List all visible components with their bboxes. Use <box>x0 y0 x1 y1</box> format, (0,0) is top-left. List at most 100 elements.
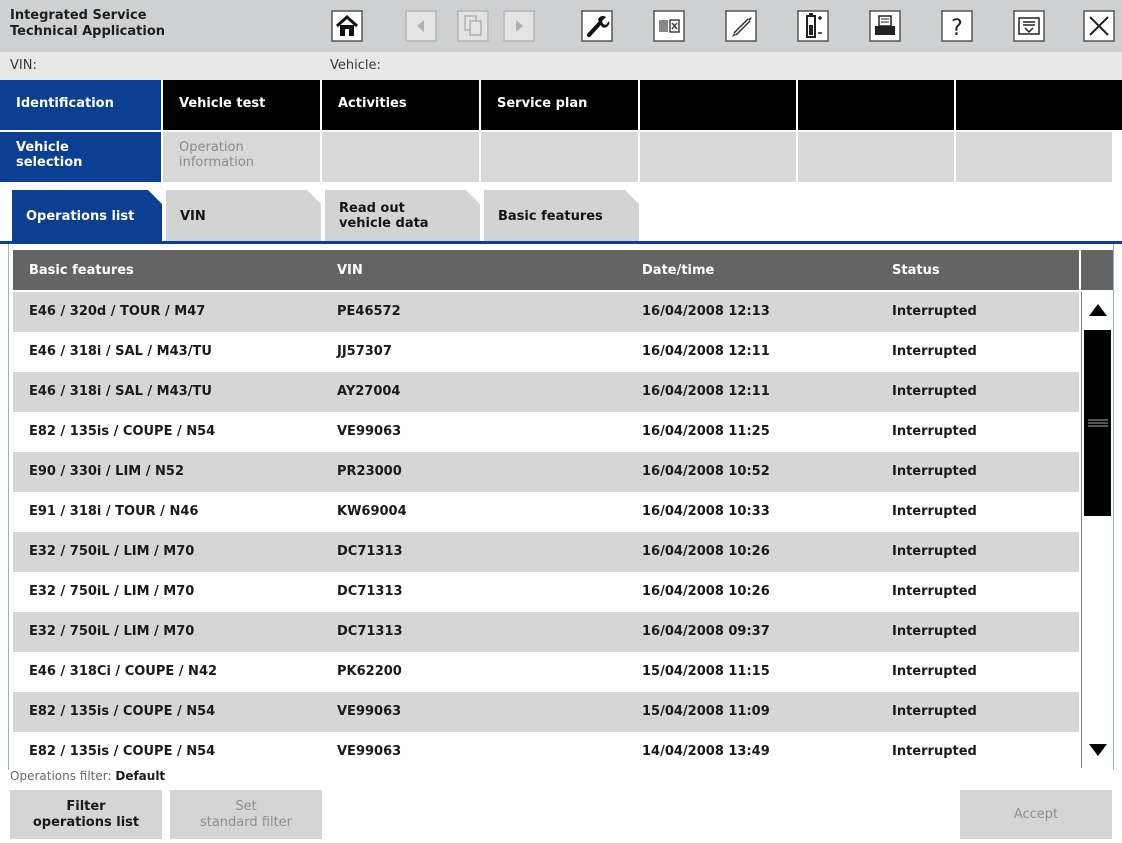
cell-date-time: 15/04/2008 11:15 <box>642 664 770 679</box>
cell-date-time: 14/04/2008 13:49 <box>642 744 770 759</box>
tab-vehicle-test[interactable]: Vehicle test <box>163 80 320 130</box>
subtab-empty-1 <box>322 132 479 182</box>
set-standard-filter-button[interactable]: Set standard filter <box>170 790 322 839</box>
cell-basic-features: E32 / 750iL / LIM / M70 <box>29 624 195 639</box>
filter-label: Operations filter: <box>10 769 112 783</box>
cell-vin: VE99063 <box>337 424 402 439</box>
tab-basic-features[interactable]: Basic features <box>484 190 639 242</box>
split-view-icon <box>653 9 685 42</box>
column-header-status[interactable]: Status <box>892 263 940 278</box>
cell-vin: PK62200 <box>337 664 402 679</box>
measurement-button[interactable] <box>722 7 760 44</box>
column-header-basic-features[interactable]: Basic features <box>29 263 134 278</box>
scroll-down-button[interactable] <box>1082 732 1113 768</box>
home-button[interactable] <box>328 7 366 44</box>
table-row[interactable]: E46 / 318i / SAL / M43/TU JJ57307 16/04/… <box>13 332 1079 372</box>
cell-basic-features: E46 / 318Ci / COUPE / N42 <box>29 664 218 679</box>
cell-basic-features: E90 / 330i / LIM / N52 <box>29 464 184 479</box>
table-row[interactable]: E32 / 750iL / LIM / M70 DC71313 16/04/20… <box>13 612 1079 652</box>
cell-date-time: 16/04/2008 12:11 <box>642 344 770 359</box>
printer-icon <box>869 9 901 42</box>
documents-icon <box>457 9 489 42</box>
column-header-vin[interactable]: VIN <box>337 263 363 278</box>
cell-date-time: 15/04/2008 11:09 <box>642 704 770 719</box>
column-header-date-time[interactable]: Date/time <box>642 263 714 278</box>
documents-button[interactable] <box>454 7 492 44</box>
vin-label: VIN: <box>10 58 37 73</box>
back-button[interactable] <box>402 7 440 44</box>
battery-button[interactable] <box>794 7 832 44</box>
tab-empty-1 <box>640 80 796 130</box>
scroll-up-button[interactable] <box>1082 292 1113 328</box>
grip-icon <box>1087 419 1108 427</box>
cell-basic-features: E82 / 135is / COUPE / N54 <box>29 424 216 439</box>
subtab-operation-information[interactable]: Operation information <box>163 132 320 182</box>
cell-basic-features: E82 / 135is / COUPE / N54 <box>29 704 216 719</box>
vehicle-info-bar: VIN: Vehicle: <box>0 52 1122 80</box>
table-row[interactable]: E32 / 750iL / LIM / M70 DC71313 16/04/20… <box>13 532 1079 572</box>
cell-basic-features: E82 / 135is / COUPE / N54 <box>29 744 216 759</box>
cell-status: Interrupted <box>892 504 977 519</box>
accept-button[interactable]: Accept <box>960 790 1112 839</box>
tab-activities[interactable]: Activities <box>322 80 479 130</box>
cell-status: Interrupted <box>892 424 977 439</box>
tab-empty-3 <box>956 80 1122 130</box>
cell-status: Interrupted <box>892 304 977 319</box>
forward-button[interactable] <box>500 7 538 44</box>
help-button[interactable]: ? <box>938 7 976 44</box>
tab-service-plan[interactable]: Service plan <box>481 80 638 130</box>
cell-vin: KW69004 <box>337 504 407 519</box>
cell-date-time: 16/04/2008 10:26 <box>642 584 770 599</box>
minimize-icon <box>1013 9 1045 42</box>
table-row[interactable]: E91 / 318i / TOUR / N46 KW69004 16/04/20… <box>13 492 1079 532</box>
table-row[interactable]: E82 / 135is / COUPE / N54 VE99063 15/04/… <box>13 692 1079 732</box>
table-row[interactable]: E46 / 318i / SAL / M43/TU AY27004 16/04/… <box>13 372 1079 412</box>
table-row[interactable]: E82 / 135is / COUPE / N54 VE99063 16/04/… <box>13 412 1079 452</box>
table-row[interactable]: E46 / 318Ci / COUPE / N42 PK62200 15/04/… <box>13 652 1079 692</box>
question-icon: ? <box>941 9 973 42</box>
tab-read-out-vehicle-data[interactable]: Read out vehicle data <box>325 190 480 242</box>
table-scrollbar[interactable] <box>1081 292 1113 768</box>
close-button[interactable] <box>1080 7 1118 44</box>
cell-vin: JJ57307 <box>337 344 392 359</box>
wrench-icon <box>581 9 613 42</box>
cell-vin: PE46572 <box>337 304 401 319</box>
subtab-empty-2 <box>481 132 638 182</box>
cell-basic-features: E32 / 750iL / LIM / M70 <box>29 584 195 599</box>
print-button[interactable] <box>866 7 904 44</box>
cell-vin: DC71313 <box>337 544 403 559</box>
subtab-vehicle-selection[interactable]: Vehicle selection <box>0 132 161 182</box>
cell-vin: AY27004 <box>337 384 401 399</box>
subtab-empty-3 <box>640 132 796 182</box>
workshop-button[interactable] <box>578 7 616 44</box>
cell-date-time: 16/04/2008 12:13 <box>642 304 770 319</box>
tab-operations-list[interactable]: Operations list <box>12 190 162 242</box>
arrow-right-icon <box>503 9 535 42</box>
cell-basic-features: E32 / 750iL / LIM / M70 <box>29 544 195 559</box>
minimize-button[interactable] <box>1010 7 1048 44</box>
cell-date-time: 16/04/2008 10:52 <box>642 464 770 479</box>
scroll-thumb[interactable] <box>1084 330 1111 516</box>
cell-status: Interrupted <box>892 704 977 719</box>
cell-date-time: 16/04/2008 09:37 <box>642 624 770 639</box>
split-view-button[interactable] <box>650 7 688 44</box>
tab-vin[interactable]: VIN <box>166 190 321 242</box>
cell-vin: VE99063 <box>337 744 402 759</box>
table-row[interactable]: E32 / 750iL / LIM / M70 DC71313 16/04/20… <box>13 572 1079 612</box>
filter-operations-list-button[interactable]: Filter operations list <box>10 790 162 839</box>
table-header: Basic features VIN Date/time Status <box>13 250 1079 290</box>
cell-status: Interrupted <box>892 464 977 479</box>
table-row[interactable]: E82 / 135is / COUPE / N54 VE99063 14/04/… <box>13 732 1079 772</box>
table-row[interactable]: E90 / 330i / LIM / N52 PR23000 16/04/200… <box>13 452 1079 492</box>
folder-tabs: Operations list VIN Read out vehicle dat… <box>0 190 1122 242</box>
table-header-corner <box>1081 250 1113 290</box>
battery-icon <box>797 9 829 42</box>
table-row[interactable]: E46 / 320d / TOUR / M47 PE46572 16/04/20… <box>13 292 1079 332</box>
triangle-down-icon <box>1088 744 1107 756</box>
cell-status: Interrupted <box>892 344 977 359</box>
cell-vin: DC71313 <box>337 584 403 599</box>
cell-vin: VE99063 <box>337 704 402 719</box>
tab-identification[interactable]: Identification <box>0 80 161 130</box>
cell-vin: DC71313 <box>337 624 403 639</box>
cell-status: Interrupted <box>892 744 977 759</box>
